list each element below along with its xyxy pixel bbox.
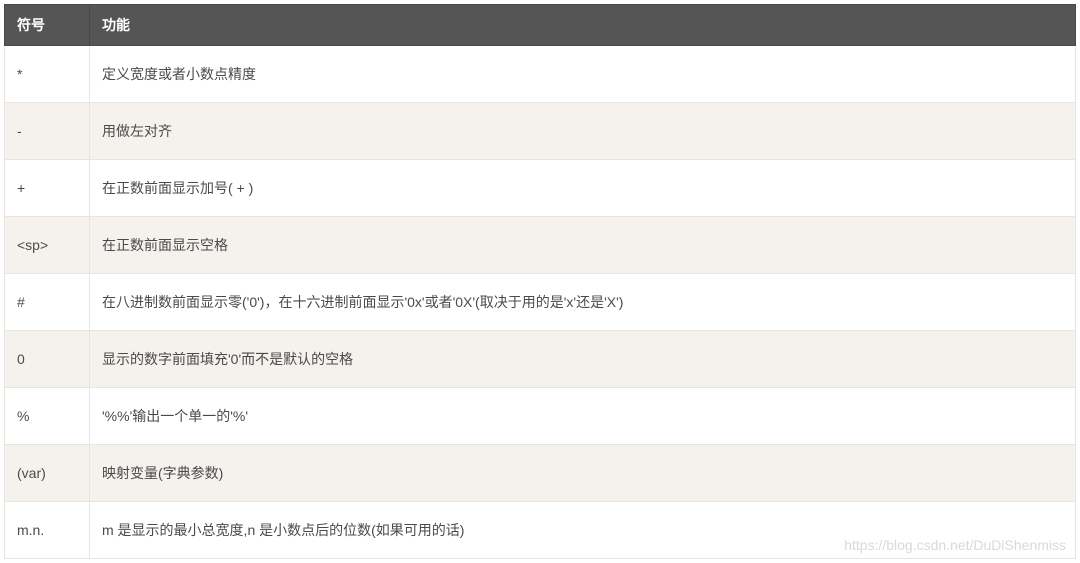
format-symbol-table-container: 符号 功能 * 定义宽度或者小数点精度 - 用做左对齐 + 在正数前面显示加号(… <box>4 4 1076 559</box>
cell-function: 在正数前面显示加号( + ) <box>90 160 1076 217</box>
cell-symbol: # <box>5 274 90 331</box>
cell-symbol: <sp> <box>5 217 90 274</box>
cell-symbol: (var) <box>5 445 90 502</box>
cell-function: 在八进制数前面显示零('0')，在十六进制前面显示'0x'或者'0X'(取决于用… <box>90 274 1076 331</box>
header-symbol: 符号 <box>5 5 90 46</box>
cell-function: 定义宽度或者小数点精度 <box>90 46 1076 103</box>
cell-symbol: m.n. <box>5 502 90 559</box>
cell-symbol: + <box>5 160 90 217</box>
cell-symbol: % <box>5 388 90 445</box>
table-row: <sp> 在正数前面显示空格 <box>5 217 1076 274</box>
cell-function: 显示的数字前面填充'0'而不是默认的空格 <box>90 331 1076 388</box>
table-row: 0 显示的数字前面填充'0'而不是默认的空格 <box>5 331 1076 388</box>
table-row: * 定义宽度或者小数点精度 <box>5 46 1076 103</box>
cell-symbol: - <box>5 103 90 160</box>
table-row: % '%%'输出一个单一的'%' <box>5 388 1076 445</box>
table-row: (var) 映射变量(字典参数) <box>5 445 1076 502</box>
table-row: # 在八进制数前面显示零('0')，在十六进制前面显示'0x'或者'0X'(取决… <box>5 274 1076 331</box>
cell-function: 用做左对齐 <box>90 103 1076 160</box>
table-row: + 在正数前面显示加号( + ) <box>5 160 1076 217</box>
header-function: 功能 <box>90 5 1076 46</box>
cell-function: 在正数前面显示空格 <box>90 217 1076 274</box>
table-body: * 定义宽度或者小数点精度 - 用做左对齐 + 在正数前面显示加号( + ) <… <box>5 46 1076 559</box>
table-row: m.n. m 是显示的最小总宽度,n 是小数点后的位数(如果可用的话) <box>5 502 1076 559</box>
table-header: 符号 功能 <box>5 5 1076 46</box>
cell-function: '%%'输出一个单一的'%' <box>90 388 1076 445</box>
cell-function: m 是显示的最小总宽度,n 是小数点后的位数(如果可用的话) <box>90 502 1076 559</box>
cell-symbol: 0 <box>5 331 90 388</box>
cell-symbol: * <box>5 46 90 103</box>
table-row: - 用做左对齐 <box>5 103 1076 160</box>
table-header-row: 符号 功能 <box>5 5 1076 46</box>
format-symbol-table: 符号 功能 * 定义宽度或者小数点精度 - 用做左对齐 + 在正数前面显示加号(… <box>4 4 1076 559</box>
cell-function: 映射变量(字典参数) <box>90 445 1076 502</box>
